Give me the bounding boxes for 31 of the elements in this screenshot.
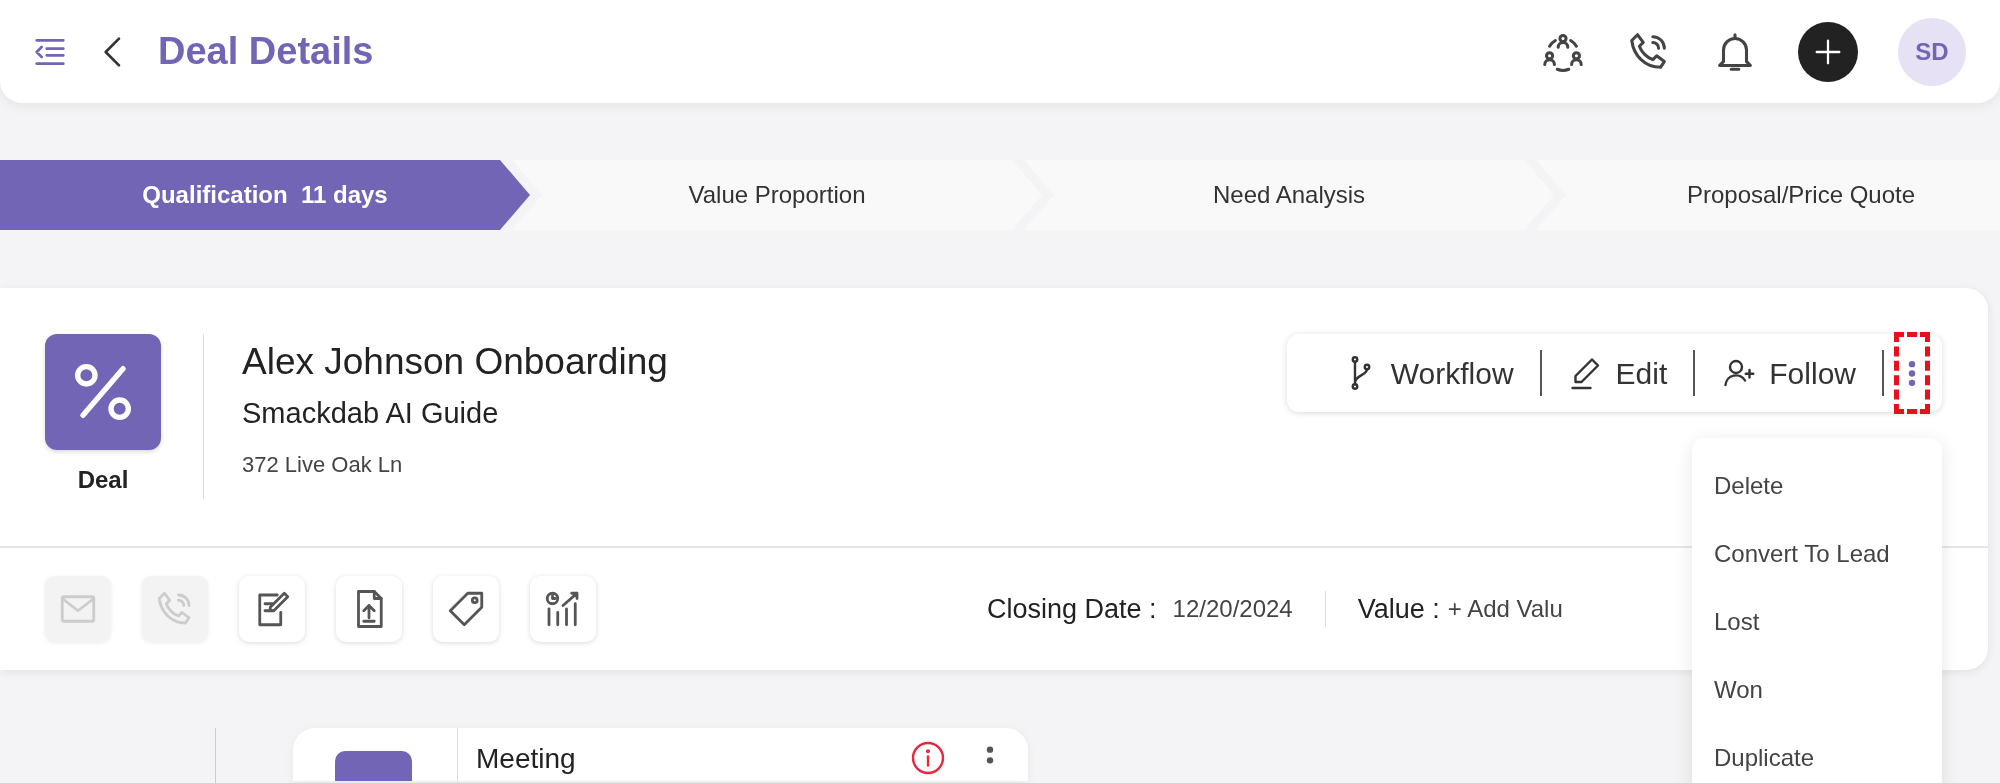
closing-date-value: 12/20/2024 <box>1172 594 1293 624</box>
note-button[interactable] <box>239 576 305 642</box>
menu-item[interactable]: Lost <box>1692 588 1942 656</box>
follow-button[interactable]: Follow <box>1695 350 1882 396</box>
more-button[interactable] <box>1894 332 1930 414</box>
upload-button[interactable] <box>336 576 402 642</box>
stage-tab[interactable]: Need Analysis <box>1024 160 1554 230</box>
user-avatar[interactable]: SD <box>1898 17 1966 86</box>
report-button[interactable] <box>530 576 596 642</box>
menu-item[interactable]: Convert To Lead <box>1692 520 1942 588</box>
kebab-icon <box>1908 359 1916 387</box>
menu-item[interactable]: Won <box>1692 656 1942 724</box>
company-name: Smackdab AI Guide <box>242 396 500 432</box>
stage-tab[interactable]: Value Proportion <box>512 160 1042 230</box>
tag-button[interactable] <box>433 576 499 642</box>
menu-item[interactable]: Duplicate <box>1692 724 1942 783</box>
page-title: Deal Details <box>158 28 374 74</box>
activity-title: Meeting <box>476 742 577 776</box>
value-label: Value : <box>1357 592 1440 626</box>
workflow-button[interactable]: Workflow <box>1316 350 1540 396</box>
closing-date-label: Closing Date : <box>987 592 1157 626</box>
edit-button[interactable]: Edit <box>1541 350 1694 396</box>
stage-tab[interactable]: Proposal/Price Quote <box>1536 160 2000 230</box>
kebab-icon <box>986 746 994 764</box>
record-type-label: Deal <box>77 465 129 495</box>
add-value-link[interactable]: + Add Valu <box>1447 591 1563 627</box>
stage-tab[interactable]: Qualification 11 days <box>0 160 530 230</box>
address-text: 372 Live Oak Ln <box>242 450 404 479</box>
menu-item[interactable]: Delete <box>1692 452 1942 520</box>
activity-icon <box>335 751 412 781</box>
deal-name: Alex Johnson Onboarding <box>242 340 668 384</box>
